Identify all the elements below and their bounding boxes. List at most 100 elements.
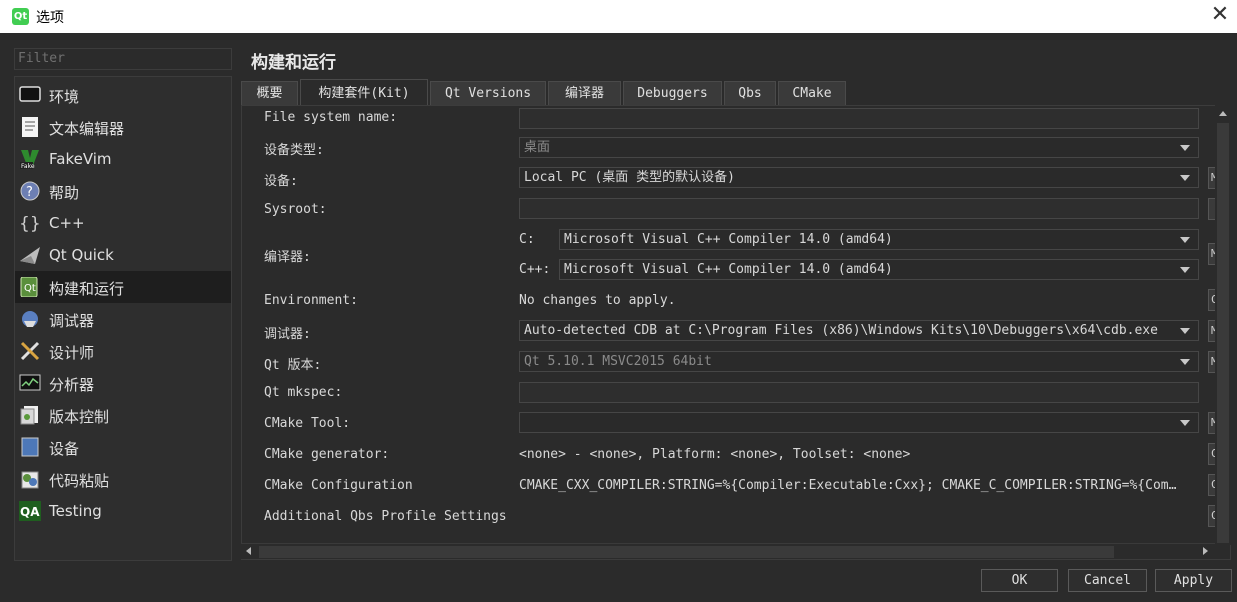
scroll-right-icon[interactable] — [1203, 547, 1208, 555]
sysroot-input[interactable] — [519, 198, 1199, 219]
sidebar-item-label: C++ — [49, 214, 85, 232]
device-combo[interactable]: Local PC (桌面 类型的默认设备) — [519, 167, 1199, 188]
debugger-icon — [22, 311, 38, 327]
qt-quick-icon — [20, 247, 40, 264]
qt-mkspec-input[interactable] — [519, 382, 1199, 403]
device-type-combo[interactable]: 桌面 — [519, 137, 1199, 158]
tab-debuggers[interactable]: Debuggers — [623, 81, 722, 106]
cmake-generator-label: CMake generator: — [264, 447, 390, 462]
additional-qbs-label: Additional Qbs Profile Settings — [264, 509, 507, 524]
tab-compilers[interactable]: 编译器 — [548, 81, 621, 106]
cpp-braces-icon: {} — [19, 214, 41, 233]
sidebar-item-qt-quick[interactable]: Qt Quick — [15, 239, 231, 271]
text-editor-icon — [22, 117, 38, 137]
debugger-label: 调试器: — [264, 327, 311, 342]
tab-qbs[interactable]: Qbs — [724, 81, 776, 106]
vertical-scrollbar[interactable] — [1215, 105, 1231, 545]
file-system-name-label: File system name: — [264, 110, 398, 125]
sidebar-item-designer[interactable]: 设计师 — [15, 335, 231, 367]
apply-button[interactable]: Apply — [1155, 569, 1232, 592]
sidebar: 环境 文本编辑器 Fake FakeVim ? 帮助 {} C++ Qt Qui… — [14, 76, 232, 561]
device-type-value: 桌面 — [524, 140, 551, 155]
chevron-down-icon — [1180, 237, 1190, 243]
sidebar-item-testing[interactable]: QA Testing — [15, 495, 231, 527]
code-paste-icon — [21, 471, 39, 489]
sidebar-item-label: 构建和运行 — [49, 280, 125, 298]
sidebar-item-label: Testing — [49, 502, 102, 520]
environment-label: Environment: — [264, 293, 358, 308]
sidebar-item-environment[interactable]: 环境 — [15, 79, 231, 111]
version-control-icon — [20, 406, 38, 425]
chevron-down-icon — [1180, 175, 1190, 181]
qt-version-combo[interactable]: Qt 5.10.1 MSVC2015 64bit — [519, 351, 1199, 372]
svg-text:QA: QA — [20, 505, 40, 519]
sidebar-item-label: 代码粘贴 — [49, 472, 110, 490]
build-run-icon: Qt — [20, 277, 38, 297]
sidebar-item-label: 文本编辑器 — [49, 120, 125, 138]
svg-text:Qt: Qt — [24, 283, 36, 294]
monitor-icon — [19, 86, 41, 102]
sidebar-item-analyzer[interactable]: 分析器 — [15, 367, 231, 399]
chevron-down-icon — [1180, 359, 1190, 365]
close-icon[interactable]: ✕ — [1203, 0, 1237, 33]
svg-text:?: ? — [26, 185, 33, 200]
debugger-value: Auto-detected CDB at C:\Program Files (x… — [524, 323, 1158, 338]
sidebar-item-text-editor[interactable]: 文本编辑器 — [15, 111, 231, 143]
compiler-c-label: C: — [519, 232, 535, 247]
scroll-up-icon[interactable] — [1219, 111, 1227, 116]
compiler-cpp-label: C++: — [519, 262, 551, 277]
device-icon — [21, 437, 39, 457]
ok-button[interactable]: OK — [981, 569, 1058, 592]
kit-settings-panel: File system name: 设备类型: 桌面 设备: Local PC … — [241, 105, 1231, 560]
device-value: Local PC (桌面 类型的默认设备) — [524, 170, 735, 185]
qt-logo-icon: Qt — [12, 8, 29, 25]
cmake-configuration-label: CMake Configuration — [264, 478, 413, 493]
tab-kits[interactable]: 构建套件(Kit) — [300, 79, 428, 106]
sidebar-item-label: 版本控制 — [49, 408, 110, 426]
sidebar-item-code-paste[interactable]: 代码粘贴 — [15, 463, 231, 495]
compiler-c-combo[interactable]: Microsoft Visual C++ Compiler 14.0 (amd6… — [559, 229, 1199, 250]
chevron-down-icon — [1180, 328, 1190, 334]
sidebar-item-debugger[interactable]: 调试器 — [15, 303, 231, 335]
sidebar-item-build-run[interactable]: Qt 构建和运行 — [15, 271, 231, 303]
designer-icon — [20, 341, 40, 361]
fakevim-icon: Fake — [20, 150, 39, 169]
sidebar-item-label: FakeVim — [49, 150, 112, 168]
environment-value: No changes to apply. — [519, 293, 676, 308]
compiler-label: 编译器: — [264, 250, 311, 265]
horizontal-scrollbar[interactable] — [241, 543, 1215, 559]
sidebar-item-label: 帮助 — [49, 184, 80, 202]
chevron-down-icon — [1180, 267, 1190, 273]
compiler-cpp-value: Microsoft Visual C++ Compiler 14.0 (amd6… — [564, 262, 893, 277]
sidebar-item-label: 设计师 — [49, 344, 95, 362]
debugger-combo[interactable]: Auto-detected CDB at C:\Program Files (x… — [519, 320, 1199, 341]
sidebar-item-label: Qt Quick — [49, 246, 114, 264]
scroll-left-icon[interactable] — [246, 547, 251, 555]
tab-overview[interactable]: 概要 — [241, 81, 298, 106]
tab-qt-versions[interactable]: Qt Versions — [430, 81, 546, 106]
sidebar-item-label: 设备 — [49, 440, 80, 458]
sidebar-item-help[interactable]: ? 帮助 — [15, 175, 231, 207]
file-system-name-input[interactable] — [519, 108, 1199, 129]
sidebar-item-version-control[interactable]: 版本控制 — [15, 399, 231, 431]
qt-version-label: Qt 版本: — [264, 358, 322, 373]
svg-text:{}: {} — [19, 214, 41, 233]
qt-mkspec-label: Qt mkspec: — [264, 385, 343, 400]
cmake-tool-combo[interactable] — [519, 412, 1199, 433]
qt-version-value: Qt 5.10.1 MSVC2015 64bit — [524, 354, 712, 369]
chevron-down-icon — [1180, 420, 1190, 426]
scroll-thumb[interactable] — [259, 546, 1114, 558]
sidebar-item-cpp[interactable]: {} C++ — [15, 207, 231, 239]
sidebar-item-fakevim[interactable]: Fake FakeVim — [15, 143, 231, 175]
cmake-tool-label: CMake Tool: — [264, 416, 351, 431]
sidebar-item-device[interactable]: 设备 — [15, 431, 231, 463]
sysroot-label: Sysroot: — [264, 202, 327, 217]
compiler-cpp-combo[interactable]: Microsoft Visual C++ Compiler 14.0 (amd6… — [559, 259, 1199, 280]
sidebar-item-label: 调试器 — [49, 312, 95, 330]
tab-cmake[interactable]: CMake — [778, 81, 846, 106]
cmake-generator-value: <none> - <none>, Platform: <none>, Tools… — [519, 447, 911, 462]
cancel-button[interactable]: Cancel — [1068, 569, 1147, 592]
qa-testing-icon: QA — [19, 501, 41, 521]
scroll-thumb[interactable] — [1217, 123, 1229, 543]
filter-input[interactable]: Filter — [14, 48, 232, 70]
